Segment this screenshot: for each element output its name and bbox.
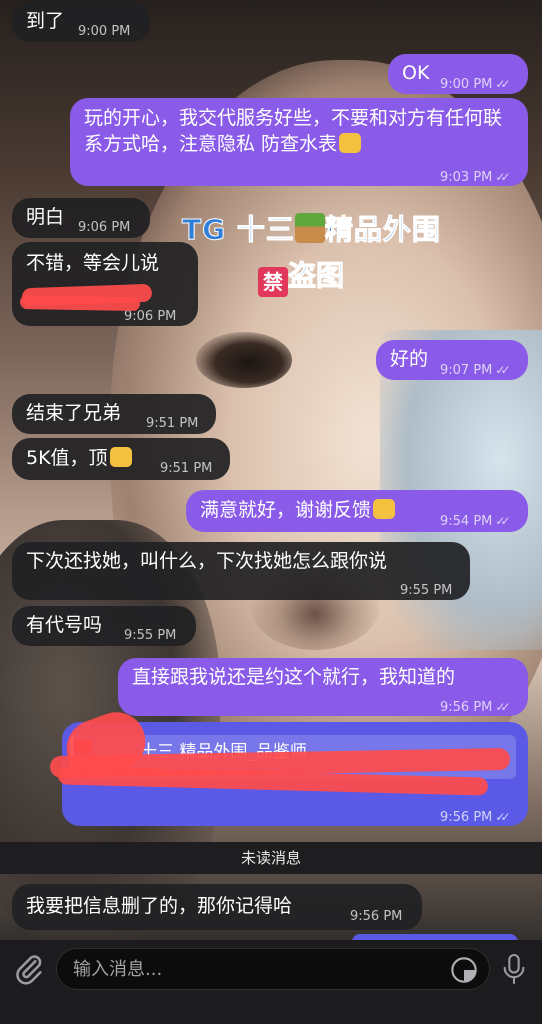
message-text: 下次还找她，叫什么，下次找她怎么跟你说 (26, 550, 388, 572)
double-check-icon: ✓✓ (495, 700, 510, 714)
message-text: 直接跟我说还是约这个就行，我知道的 (132, 666, 456, 688)
message-input[interactable] (73, 949, 443, 989)
message-incoming[interactable]: 下次还找她，叫什么，下次找她怎么跟你说 9:55 PM (12, 542, 470, 600)
message-time: 9:54 PM (440, 514, 493, 529)
message-outgoing[interactable]: 好的 9:07 PM ✓✓ (376, 340, 528, 380)
message-time: 9:56 PM (440, 810, 493, 825)
message-time: 9:51 PM (160, 461, 213, 476)
message-time: 9:55 PM (400, 583, 453, 598)
message-text: 满意就好，谢谢反馈 (200, 499, 372, 521)
message-body: 玩的开心，我交代服务好些，不要和对方有任何联系方式哈，注意隐私 防查水表 (84, 105, 516, 157)
message-time: 9:06 PM (78, 220, 131, 235)
message-outgoing[interactable]: 直接跟我说还是约这个就行，我知道的 9:56 PM ✓✓ (118, 658, 528, 716)
message-incoming[interactable]: 有代号吗 9:55 PM (12, 606, 196, 646)
message-time: 9:00 PM (78, 24, 131, 39)
double-check-icon: ✓✓ (495, 77, 510, 91)
message-outgoing[interactable]: 满意就好，谢谢反馈 9:54 PM ✓✓ (186, 490, 528, 532)
sticker-icon[interactable] (450, 956, 478, 984)
message-incoming[interactable]: 到了 9:00 PM (12, 2, 150, 42)
message-incoming[interactable]: 5K值，顶 9:51 PM (12, 438, 230, 480)
message-incoming[interactable]: 不错，等会儿说 9:06 PM (12, 242, 198, 326)
double-check-icon: ✓✓ (495, 810, 510, 824)
double-check-icon: ✓✓ (495, 170, 510, 184)
message-text: 结束了兄弟 (26, 402, 122, 424)
message-incoming[interactable]: 结束了兄弟 9:51 PM (12, 394, 216, 434)
message-text: 我要把信息删了的，那你记得哈 (26, 895, 293, 917)
unread-divider: 未读消息 (0, 842, 542, 874)
message-time: 9:07 PM (440, 363, 493, 378)
message-time: 9:56 PM (350, 909, 403, 924)
handshake-emoji (339, 133, 362, 153)
message-time: 9:00 PM (440, 77, 493, 92)
message-text: 到了 (26, 10, 65, 32)
wallpaper-eye (196, 332, 292, 388)
message-outgoing[interactable]: 玩的开心，我交代服务好些，不要和对方有任何联系方式哈，注意隐私 防查水表 9:0… (70, 98, 528, 186)
message-time: 9:56 PM (440, 700, 493, 715)
message-incoming[interactable]: 我要把信息删了的，那你记得哈 9:56 PM (12, 884, 422, 930)
message-input-container[interactable] (56, 948, 490, 990)
message-text: 有代号吗 (26, 614, 103, 636)
thumbs-up-emoji (109, 447, 132, 467)
double-check-icon: ✓✓ (495, 514, 510, 528)
microphone-icon[interactable] (500, 952, 528, 986)
double-check-icon: ✓✓ (495, 363, 510, 377)
redaction-scribble (19, 294, 141, 312)
message-text: 玩的开心，我交代服务好些，不要和对方有任何联系方式哈，注意隐私 防查水表 (84, 107, 503, 155)
message-outgoing[interactable]: OK 9:00 PM ✓✓ (388, 54, 528, 94)
message-time: 9:51 PM (146, 416, 199, 431)
message-time: 9:03 PM (440, 170, 493, 185)
handshake-emoji (373, 499, 396, 519)
message-text: 不错，等会儿说 (26, 252, 160, 274)
message-text: OK (402, 62, 430, 84)
message-text: 5K值，顶 (26, 447, 108, 469)
message-time: 9:55 PM (124, 628, 177, 643)
message-text: 明白 (26, 206, 65, 228)
paperclip-icon[interactable] (12, 952, 46, 986)
message-incoming[interactable]: 明白 9:06 PM (12, 198, 150, 238)
message-text: 好的 (390, 348, 429, 370)
